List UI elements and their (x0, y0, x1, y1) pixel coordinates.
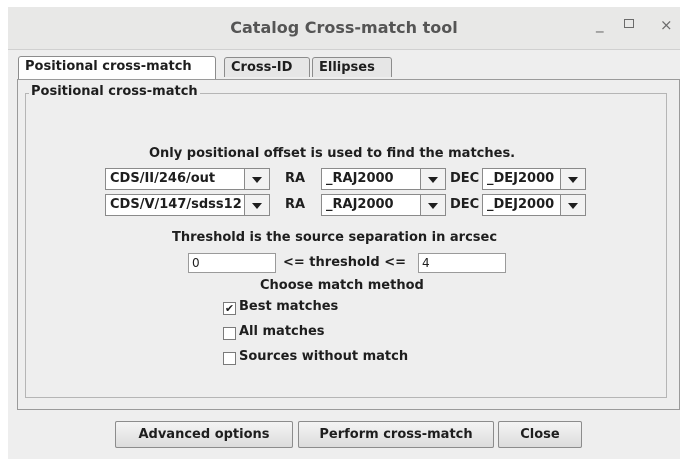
tab-positional-crossmatch[interactable]: Positional cross-match (18, 56, 216, 79)
catalog-2-value: CDS/V/147/sdss12 (110, 197, 242, 212)
best-matches-label[interactable]: Best matches (239, 299, 338, 314)
advanced-options-button[interactable]: Advanced options (115, 421, 293, 448)
ra-2-select[interactable]: _RAJ2000 (321, 194, 446, 216)
sources-without-match-checkbox[interactable] (223, 352, 236, 365)
close-icon[interactable]: × (660, 16, 673, 34)
threshold-max-field[interactable]: 4 (418, 253, 506, 273)
ra-2-value: _RAJ2000 (326, 197, 394, 212)
method-title: Choose match method (260, 278, 424, 293)
dec-1-value: _DEJ2000 (487, 171, 555, 186)
perform-crossmatch-button[interactable]: Perform cross-match (298, 421, 494, 448)
info-text: Only positional offset is used to find t… (149, 146, 516, 161)
tab-cross-id[interactable]: Cross-ID (224, 57, 310, 77)
dec-1-select[interactable]: _DEJ2000 (482, 168, 586, 190)
dec-2-value: _DEJ2000 (487, 197, 555, 212)
close-button[interactable]: Close (498, 421, 582, 448)
best-matches-checkbox[interactable]: ✔ (223, 302, 236, 315)
all-matches-label[interactable]: All matches (239, 324, 325, 339)
minimize-icon[interactable]: _ (596, 15, 604, 33)
ra-1-value: _RAJ2000 (326, 171, 394, 186)
group-title: Positional cross-match (29, 84, 200, 99)
tab-panel: Positional cross-match Only positional o… (17, 79, 680, 410)
chevron-down-icon[interactable] (244, 195, 269, 215)
sources-without-match-label[interactable]: Sources without match (239, 349, 408, 364)
threshold-min-value: 0 (192, 256, 200, 270)
chevron-down-icon[interactable] (560, 195, 585, 215)
threshold-title: Threshold is the source separation in ar… (172, 230, 498, 245)
title-bar: Catalog Cross-match tool _ × (8, 7, 680, 50)
chevron-down-icon[interactable] (420, 195, 445, 215)
catalog-1-value: CDS/II/246/out (110, 171, 216, 186)
threshold-min-field[interactable]: 0 (188, 253, 276, 273)
ra-label-2: RA (285, 197, 306, 212)
crossmatch-window: Catalog Cross-match tool _ × Positional … (8, 7, 680, 459)
maximize-icon[interactable] (624, 19, 634, 28)
tab-ellipses[interactable]: Ellipses (312, 57, 392, 77)
ra-1-select[interactable]: _RAJ2000 (321, 168, 446, 190)
check-icon: ✔ (224, 302, 235, 315)
dec-label-2: DEC (450, 197, 480, 212)
chevron-down-icon[interactable] (244, 169, 269, 189)
catalog-2-select[interactable]: CDS/V/147/sdss12 (105, 194, 270, 216)
chevron-down-icon[interactable] (420, 169, 445, 189)
threshold-max-value: 4 (422, 256, 430, 270)
catalog-1-select[interactable]: CDS/II/246/out (105, 168, 270, 190)
ra-label-1: RA (285, 171, 306, 186)
dec-2-select[interactable]: _DEJ2000 (482, 194, 586, 216)
all-matches-checkbox[interactable] (223, 327, 236, 340)
chevron-down-icon[interactable] (560, 169, 585, 189)
threshold-separator: <= threshold <= (283, 255, 407, 270)
window-title: Catalog Cross-match tool (230, 18, 458, 37)
dec-label-1: DEC (450, 171, 480, 186)
